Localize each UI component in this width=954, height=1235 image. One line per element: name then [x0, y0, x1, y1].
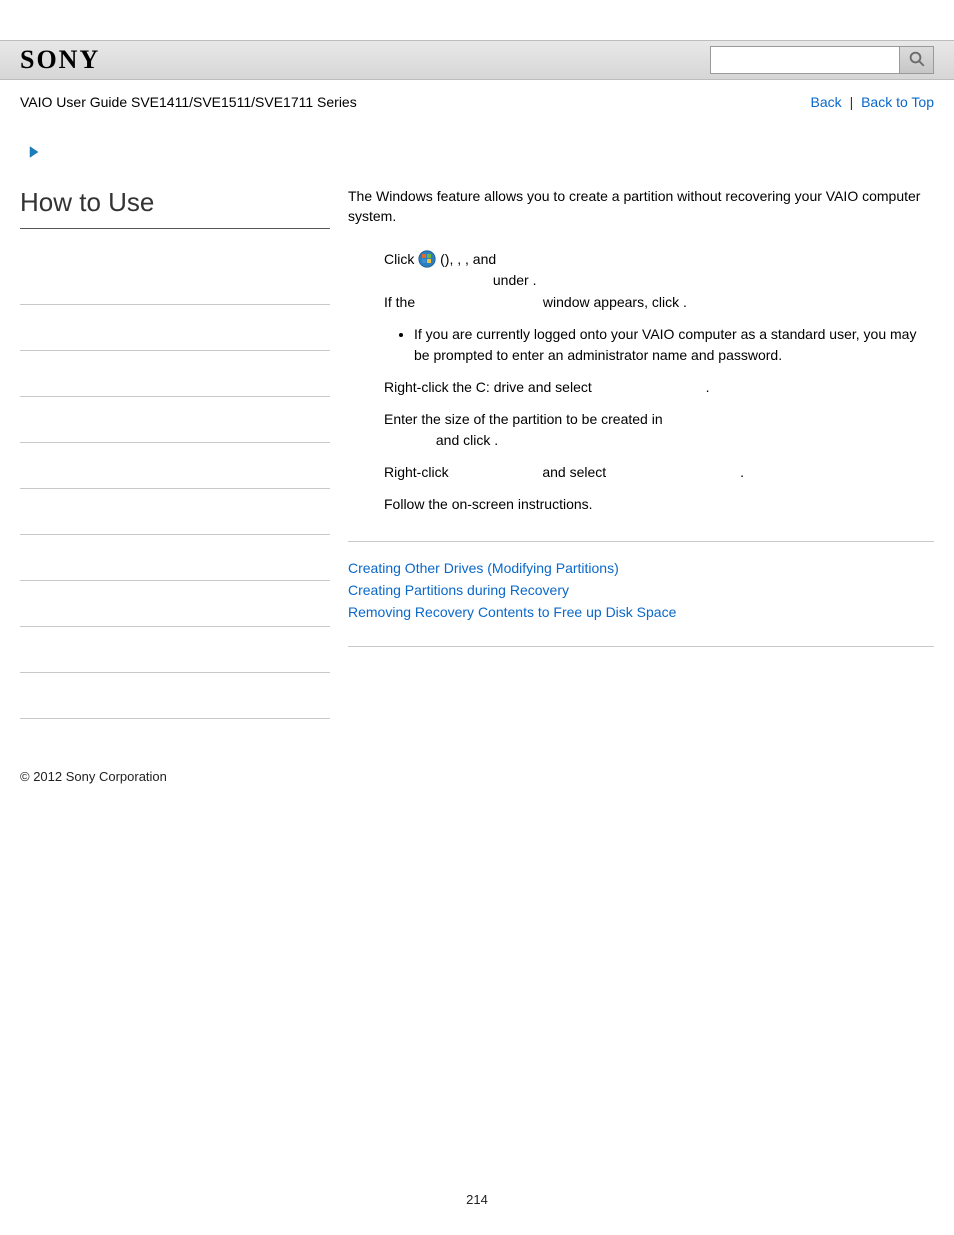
search-form: [710, 46, 934, 74]
link-separator: |: [846, 94, 858, 110]
search-icon: [908, 50, 926, 71]
section-divider: [348, 646, 934, 647]
main-content: The Windows feature allows you to create…: [348, 144, 934, 719]
sidebar-item[interactable]: [20, 397, 330, 443]
page-title: How to Use: [20, 187, 330, 229]
top-links: Back | Back to Top: [811, 94, 934, 110]
sidebar-item[interactable]: [20, 351, 330, 397]
step-1: Click (), , , and xxxxxxxxxxxxxxx under …: [384, 249, 934, 367]
sidebar-item[interactable]: [20, 489, 330, 535]
related-link[interactable]: Removing Recovery Contents to Free up Di…: [348, 604, 934, 620]
top-row: VAIO User Guide SVE1411/SVE1511/SVE1711 …: [0, 80, 954, 110]
intro-text: The Windows feature allows you to create…: [348, 186, 934, 227]
sidebar-item[interactable]: [20, 443, 330, 489]
section-divider: [348, 541, 934, 542]
page-number: 214: [0, 1192, 954, 1207]
sidebar-item[interactable]: [20, 627, 330, 673]
steps: Click (), , , and xxxxxxxxxxxxxxx under …: [348, 249, 934, 516]
related-link[interactable]: Creating Other Drives (Modifying Partiti…: [348, 560, 934, 576]
related-link[interactable]: Creating Partitions during Recovery: [348, 582, 934, 598]
content-area: How to Use The Windows feature allows yo…: [0, 110, 954, 739]
back-to-top-link[interactable]: Back to Top: [861, 94, 934, 110]
header-bar: SONY: [0, 40, 954, 80]
breadcrumb: VAIO User Guide SVE1411/SVE1511/SVE1711 …: [20, 94, 357, 110]
sidebar-item[interactable]: [20, 305, 330, 351]
search-button[interactable]: [900, 46, 934, 74]
step-5: Follow the on-screen instructions.: [384, 494, 934, 516]
copyright: © 2012 Sony Corporation: [0, 739, 954, 784]
sidebar-item[interactable]: [20, 581, 330, 627]
chevron-right-icon[interactable]: [26, 144, 330, 163]
sidebar-item[interactable]: [20, 259, 330, 305]
sidebar-item[interactable]: [20, 673, 330, 719]
step-3: Enter the size of the partition to be cr…: [384, 409, 934, 452]
step-1-note: If you are currently logged onto your VA…: [414, 324, 934, 367]
related-topics: Creating Other Drives (Modifying Partiti…: [348, 560, 934, 620]
sidebar-nav: [20, 259, 330, 719]
step-2: Right-click the C: drive and select .: [384, 377, 934, 399]
step-4: Right-click and select .: [384, 462, 934, 484]
windows-start-orb-icon: [418, 250, 436, 268]
sidebar-item[interactable]: [20, 535, 330, 581]
sidebar: How to Use: [20, 144, 330, 719]
back-link[interactable]: Back: [811, 94, 842, 110]
sony-logo: SONY: [20, 45, 100, 75]
search-input[interactable]: [710, 46, 900, 74]
